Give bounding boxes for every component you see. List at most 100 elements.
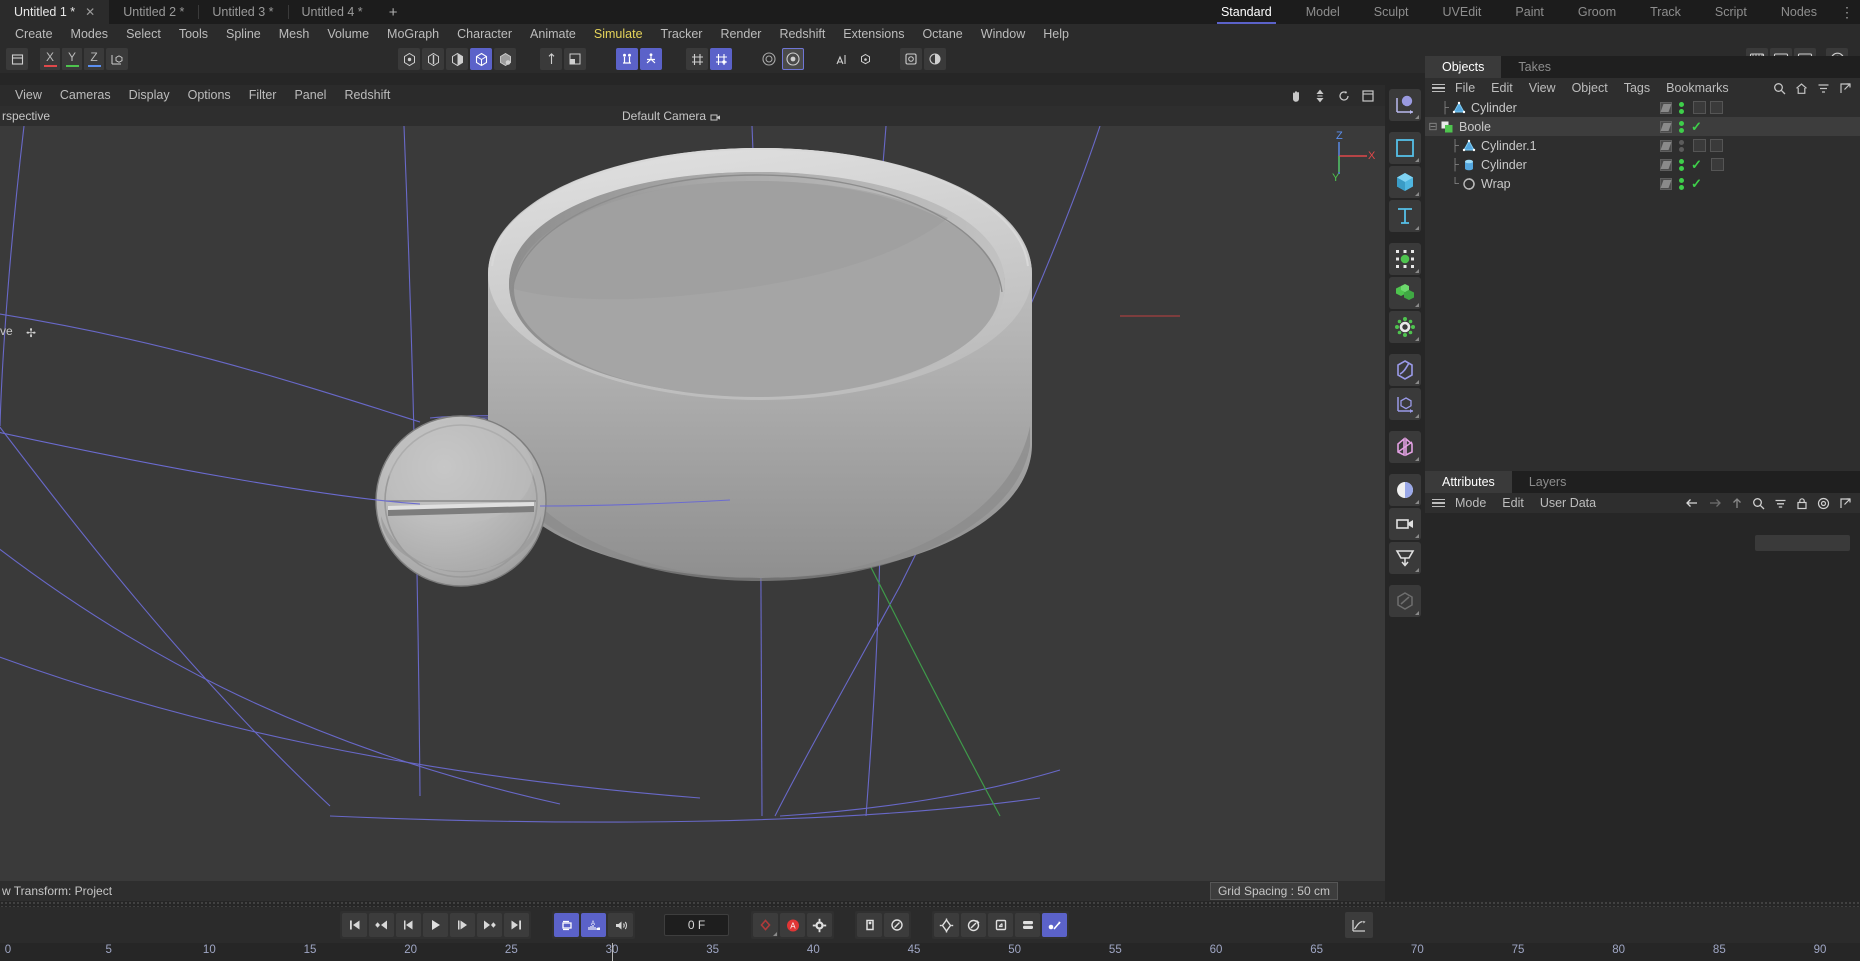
record-active-objects-button[interactable] (753, 913, 778, 937)
dolly-icon[interactable] (1313, 89, 1327, 103)
menu-render[interactable]: Render (711, 24, 770, 45)
search-icon[interactable] (1773, 82, 1786, 95)
sketch-material-icon[interactable] (1389, 585, 1421, 617)
layout-tab-uvedit[interactable]: UVEdit (1426, 0, 1499, 24)
objects-menu-view[interactable]: View (1521, 81, 1564, 95)
menu-mograph[interactable]: MoGraph (378, 24, 448, 45)
home-icon[interactable] (1795, 82, 1808, 95)
menu-character[interactable]: Character (448, 24, 521, 45)
snap-settings-icon[interactable] (640, 48, 662, 70)
go-to-start-button[interactable] (342, 913, 367, 937)
text-primitive-icon[interactable] (1389, 200, 1421, 232)
document-tab-2[interactable]: Untitled 2 * (109, 0, 198, 24)
point-level-animation-button[interactable] (934, 913, 959, 937)
attributes-menu-edit[interactable]: Edit (1494, 496, 1532, 510)
axis-x-button[interactable]: X (40, 48, 60, 70)
objects-menu-object[interactable]: Object (1564, 81, 1616, 95)
light-icon[interactable] (1389, 474, 1421, 506)
maximize-icon[interactable] (1361, 89, 1375, 103)
deformer-icon[interactable] (1389, 354, 1421, 386)
playhead[interactable] (612, 943, 613, 961)
menu-spline[interactable]: Spline (217, 24, 270, 45)
visibility-dots[interactable] (1679, 120, 1684, 133)
next-frame-button[interactable] (450, 913, 475, 937)
viewport-menu-cameras[interactable]: Cameras (51, 85, 120, 106)
menu-extensions[interactable]: Extensions (834, 24, 913, 45)
viewport[interactable]: rspective Default Camera Z X Y ✢ ve w Tr… (0, 106, 1385, 901)
popout-icon[interactable] (1839, 82, 1852, 95)
menu-modes[interactable]: Modes (62, 24, 118, 45)
layout-tab-sculpt[interactable]: Sculpt (1357, 0, 1426, 24)
document-tab-4[interactable]: Untitled 4 * (287, 0, 377, 24)
make-editable-icon[interactable] (830, 48, 852, 70)
phong-tag-icon[interactable] (1710, 158, 1724, 171)
viewport-menu-filter[interactable]: Filter (240, 85, 286, 106)
edge-mode-icon[interactable] (422, 48, 444, 70)
autokeying-button[interactable]: A (780, 913, 805, 937)
table-row[interactable]: ├ Cylinder (1425, 98, 1860, 117)
menu-tracker[interactable]: Tracker (652, 24, 712, 45)
enabled-check-icon[interactable]: ✓ (1691, 157, 1702, 173)
next-key-button[interactable] (477, 913, 502, 937)
menu-window[interactable]: Window (972, 24, 1034, 45)
viewport-menu-view[interactable]: View (6, 85, 51, 106)
model-mode-icon[interactable] (470, 48, 492, 70)
layout-tab-standard[interactable]: Standard (1204, 0, 1289, 24)
tab-attributes[interactable]: Attributes (1425, 471, 1512, 493)
overflow-menu-icon[interactable]: ⋮ (1840, 0, 1854, 24)
objects-menu-file[interactable]: File (1447, 81, 1483, 95)
parameter-key-button[interactable] (961, 913, 986, 937)
axis-z-button[interactable]: Z (84, 48, 104, 70)
menu-select[interactable]: Select (117, 24, 170, 45)
objects-menu-tags[interactable]: Tags (1616, 81, 1658, 95)
search-icon[interactable] (1752, 497, 1765, 510)
table-row[interactable]: ⊟ Boole ✓ (1425, 117, 1860, 136)
layout-tab-paint[interactable]: Paint (1498, 0, 1561, 24)
camera-icon[interactable] (1389, 508, 1421, 540)
document-tab-1[interactable]: Untitled 1 * ✕ (0, 0, 110, 24)
visibility-toggle[interactable] (1660, 177, 1672, 190)
expander-icon[interactable]: ⊟ (1427, 120, 1439, 133)
phong-tag-icon[interactable] (1693, 139, 1706, 152)
enable-axis-icon[interactable] (540, 48, 562, 70)
document-tab-3[interactable]: Untitled 3 * (198, 0, 287, 24)
layout-tab-groom[interactable]: Groom (1561, 0, 1633, 24)
render-view-icon[interactable] (758, 48, 780, 70)
visibility-dots[interactable] (1679, 139, 1684, 152)
enabled-check-icon[interactable]: ✓ (1691, 119, 1702, 135)
no-animation-button[interactable] (1042, 913, 1067, 937)
symmetry-icon[interactable] (1389, 431, 1421, 463)
menu-create[interactable]: Create (6, 24, 62, 45)
layout-tab-script[interactable]: Script (1698, 0, 1764, 24)
lock-icon[interactable] (1796, 497, 1808, 510)
tab-layers[interactable]: Layers (1512, 471, 1584, 493)
popout-icon[interactable] (1839, 497, 1852, 510)
tab-objects[interactable]: Objects (1425, 56, 1502, 78)
rectangle-select-icon[interactable] (1389, 132, 1421, 164)
grid-snap-icon[interactable] (686, 48, 708, 70)
visibility-toggle[interactable] (1660, 139, 1672, 152)
orbit-icon[interactable] (1337, 89, 1351, 103)
workplane-icon[interactable] (564, 48, 586, 70)
visibility-dots[interactable] (1679, 101, 1684, 114)
tab-takes[interactable]: Takes (1501, 56, 1568, 78)
back-arrow-icon[interactable] (1685, 497, 1699, 510)
point-mode-icon[interactable] (398, 48, 420, 70)
menu-animate[interactable]: Animate (521, 24, 585, 45)
render-region-icon[interactable] (782, 48, 804, 70)
timeline-graph-button[interactable] (1345, 912, 1373, 938)
forward-arrow-icon[interactable] (1708, 497, 1722, 510)
play-button[interactable] (423, 913, 448, 937)
texture-mode-icon[interactable] (494, 48, 516, 70)
target-icon[interactable] (1817, 497, 1830, 510)
attributes-menu-user-data[interactable]: User Data (1532, 496, 1604, 510)
cube-primitive-icon[interactable] (1389, 166, 1421, 198)
scale-key-button[interactable] (884, 913, 909, 937)
phong-tag-icon[interactable] (1693, 101, 1706, 114)
layout-tab-track[interactable]: Track (1633, 0, 1698, 24)
viewport-canvas[interactable]: Z X Y ✢ ve (0, 126, 1385, 881)
visibility-dots[interactable] (1679, 158, 1684, 171)
current-frame-field[interactable]: 0 F (664, 914, 729, 936)
pla-key-button[interactable] (988, 913, 1013, 937)
attributes-menu-mode[interactable]: Mode (1447, 496, 1494, 510)
